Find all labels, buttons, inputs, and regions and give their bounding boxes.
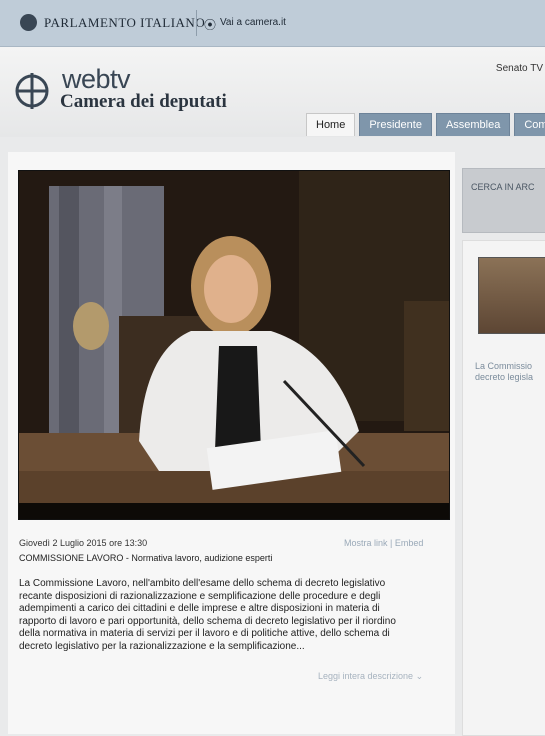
parliament-emblem-icon [20,14,37,31]
camera-logo-icon: ⦿ [204,18,217,32]
video-links: Mostra link | Embed [344,538,423,548]
vai-camera-link[interactable]: Vai a camera.it [220,17,286,28]
caption-line: La Commissio [475,361,533,371]
show-link-button[interactable]: Mostra link [344,538,388,548]
main-nav-tabs: Home Presidente Assemblea Com [306,113,545,137]
site-header: webtv Camera dei deputati Senato TV Home… [0,47,545,137]
related-video-caption[interactable]: La Commissio decreto legisla [475,361,533,383]
top-bar: PARLAMENTO ITALIANO ⦿ Vai a camera.it [0,0,545,47]
read-more-label: Leggi intera descrizione [318,671,414,681]
description-line: della normativa in materia di servizi pe… [19,628,390,640]
related-video-thumbnail[interactable] [478,257,545,334]
archive-search-label: CERCA IN ARC [471,182,535,192]
video-description: La Commissione Lavoro, nell'ambito dell'… [19,578,437,654]
senato-tv-link[interactable]: Senato TV [496,63,543,74]
description-line: adempimenti a carico dei cittadini e del… [19,603,380,615]
tab-home[interactable]: Home [306,113,356,136]
chevron-down-icon: ⌄ [415,671,424,681]
video-player[interactable] [18,170,450,520]
divider [196,10,197,36]
description-line: rapporto di lavoro e pari opportunità, d… [19,615,396,627]
caption-line: decreto legisla [475,372,534,382]
description-line: recante disposizioni di razionalizzazion… [19,590,381,602]
video-date: Giovedì 2 Luglio 2015 ore 13:30 [19,538,148,548]
tab-presidente[interactable]: Presidente [359,113,432,136]
webtv-logo-icon [15,73,49,109]
description-line: decreto legislativo per la razionalizzaz… [19,640,305,652]
tab-commissioni[interactable]: Com [514,113,545,136]
embed-button[interactable]: Embed [395,538,424,548]
read-more-link[interactable]: Leggi intera descrizione ⌄ [318,671,423,682]
archive-search-box[interactable]: CERCA IN ARC [462,168,545,233]
parliament-brand[interactable]: PARLAMENTO ITALIANO [44,15,205,31]
video-frame [19,171,449,519]
description-line: La Commissione Lavoro, nell'ambito dell'… [19,578,386,589]
video-title: COMMISSIONE LAVORO - Normativa lavoro, a… [19,553,273,563]
tab-assemblea[interactable]: Assemblea [435,113,511,136]
link-separator: | [390,538,393,548]
webtv-logo-subtitle: Camera dei deputati [60,91,227,112]
